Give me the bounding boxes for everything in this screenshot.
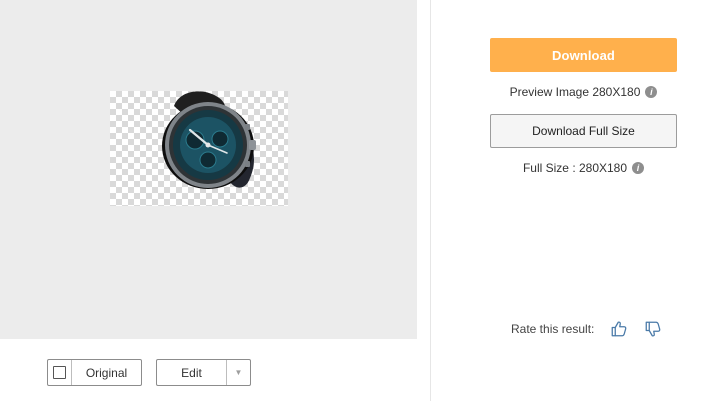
- result-page: Original Edit ▼ Download Preview Image 2…: [0, 0, 703, 401]
- download-full-size-label: Download Full Size: [532, 124, 635, 138]
- download-button-label: Download: [552, 47, 615, 63]
- preview-size-info: Preview Image 280X180 i: [490, 85, 677, 99]
- edit-button-label: Edit: [181, 365, 202, 380]
- edit-dropdown-toggle[interactable]: ▼: [227, 360, 250, 385]
- edit-button[interactable]: Edit: [157, 360, 227, 385]
- original-compare-toggle[interactable]: Original: [47, 359, 142, 386]
- column-divider: [430, 0, 431, 401]
- watch-image: [162, 91, 256, 189]
- full-size-text: Full Size : 280X180: [522, 161, 628, 175]
- edit-button-group[interactable]: Edit ▼: [156, 359, 251, 386]
- preview-size-text: Preview Image 280X180: [509, 85, 641, 99]
- original-label: Original: [85, 365, 128, 380]
- full-size-info: Full Size : 280X180 i: [490, 161, 677, 175]
- caret-down-icon: ▼: [234, 368, 243, 377]
- checkbox[interactable]: [53, 366, 66, 379]
- rating-row: Rate this result:: [511, 317, 662, 341]
- download-button[interactable]: Download: [490, 38, 677, 72]
- preview-pane: [0, 0, 417, 339]
- thumbs-up-icon[interactable]: [610, 320, 628, 338]
- info-icon[interactable]: i: [632, 162, 645, 174]
- info-icon[interactable]: i: [645, 86, 658, 98]
- rate-label: Rate this result:: [511, 322, 595, 336]
- download-full-size-button[interactable]: Download Full Size: [490, 114, 677, 148]
- thumbs-down-icon[interactable]: [644, 320, 662, 338]
- checkbox-wrapper[interactable]: [48, 360, 72, 385]
